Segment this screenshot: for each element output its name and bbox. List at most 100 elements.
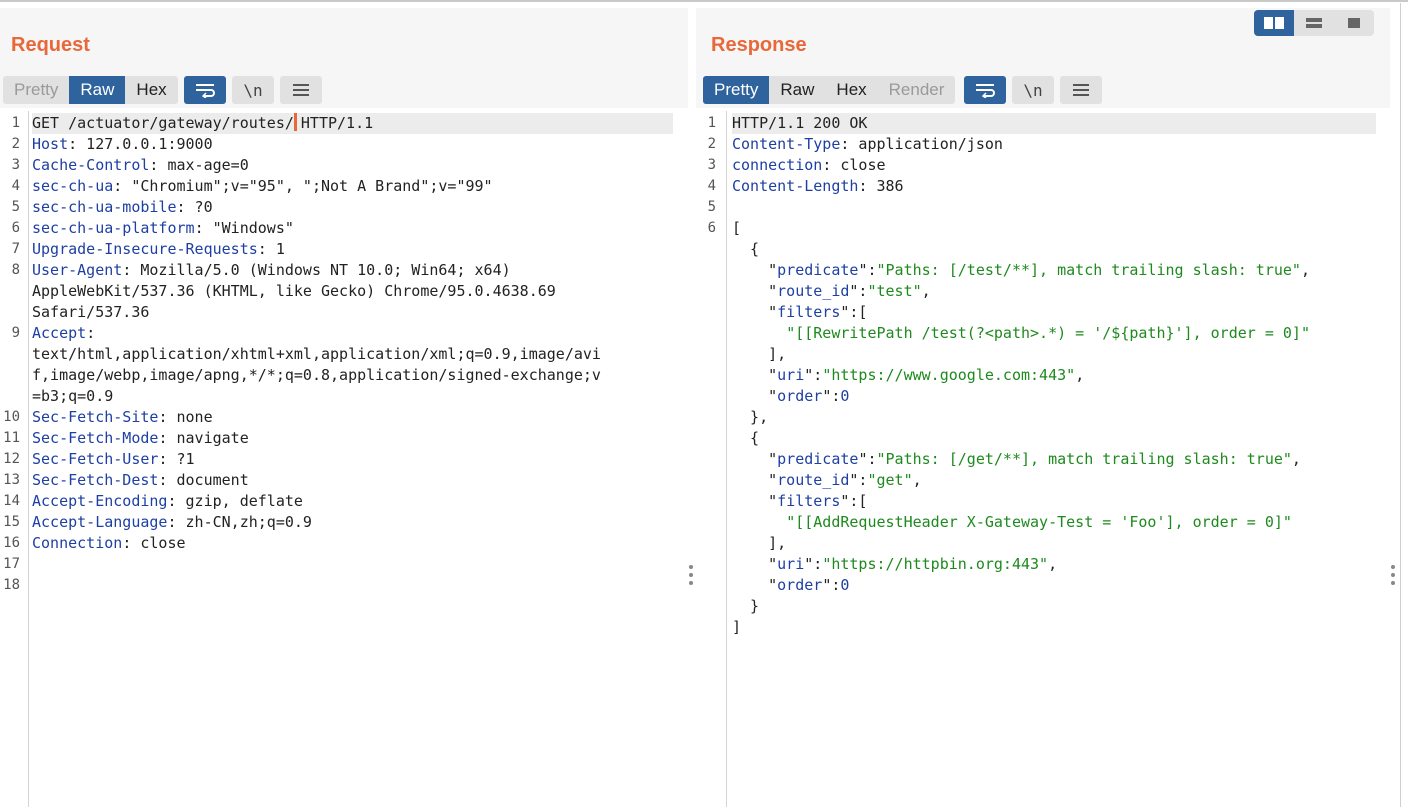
line-code: Sec-Fetch-Mode: navigate <box>32 428 673 449</box>
text-token: ":[ <box>840 492 868 510</box>
text-token: : application/json <box>840 135 1003 153</box>
line-code: connection: close <box>732 155 1376 176</box>
text-token: ": <box>849 471 868 489</box>
response-line: ], <box>696 344 1400 365</box>
response-line: } <box>696 596 1400 617</box>
newline-icon: \n <box>1023 80 1043 100</box>
line-code: { <box>732 428 1376 449</box>
text-token: ": <box>822 576 841 594</box>
line-number: 11 <box>3 430 20 446</box>
right-splitter-handle[interactable] <box>1391 565 1397 589</box>
line-code: "predicate":"Paths: [/get/**], match tra… <box>732 449 1376 470</box>
response-tab-pretty[interactable]: Pretty <box>703 76 770 104</box>
pane-splitter-handle[interactable] <box>689 565 695 589</box>
text-token: : close <box>122 534 186 552</box>
request-line: AppleWebKit/537.36 (KHTML, like Gecko) C… <box>0 281 688 302</box>
request-newline-button[interactable]: \n <box>232 76 274 104</box>
request-line: 9 Accept: <box>0 323 688 344</box>
response-tab-render[interactable]: Render <box>878 76 956 104</box>
line-number: 6 <box>11 220 20 236</box>
request-tab-hex[interactable]: Hex <box>125 76 177 104</box>
request-line: 15 Accept-Language: zh-CN,zh;q=0.9 <box>0 512 688 533</box>
key-token: sec-ch-ua-platform <box>32 219 195 237</box>
response-line: 4 Content-Length: 386 <box>696 176 1400 197</box>
line-number: 5 <box>707 199 716 215</box>
response-tab-raw[interactable]: Raw <box>769 76 825 104</box>
number-token: 0 <box>840 387 850 405</box>
text-token: AppleWebKit/537.36 (KHTML, like Gecko) C… <box>32 282 556 300</box>
layout-side-by-side-button[interactable] <box>1254 10 1294 36</box>
key-token: Sec-Fetch-Site <box>32 408 159 426</box>
text-token: =b3;q=0.9 <box>32 387 114 405</box>
request-menu-button[interactable] <box>280 76 322 104</box>
response-editor[interactable]: 1 HTTP/1.1 200 OK 2 Content-Type: applicati… <box>696 111 1400 807</box>
text-token: : Mozilla/5.0 (Windows NT 10.0; Win64; x… <box>122 261 511 279</box>
key-token: uri <box>777 555 805 573</box>
response-menu-button[interactable] <box>1060 76 1102 104</box>
request-line: 18 <box>0 575 688 596</box>
right-edge-border <box>1400 3 1401 807</box>
response-line: "order":0 <box>696 575 1400 596</box>
key-token: Sec-Fetch-Dest <box>32 471 159 489</box>
text-token: : "Chromium";v="95", ";Not A Brand";v="9… <box>113 177 493 195</box>
line-code: ], <box>732 344 1376 365</box>
line-code: } <box>732 596 1376 617</box>
text-token: : "Windows" <box>194 219 294 237</box>
text-token: : none <box>158 408 213 426</box>
line-number: 10 <box>3 409 20 425</box>
line-code: Safari/537.36 <box>32 302 673 323</box>
response-newline-button[interactable]: \n <box>1012 76 1054 104</box>
key-token: User-Agent <box>32 261 123 279</box>
line-code: Accept-Language: zh-CN,zh;q=0.9 <box>32 512 673 533</box>
text-token: " <box>732 261 778 279</box>
response-line: 5 <box>696 197 1400 218</box>
text-token: { <box>732 240 760 258</box>
single-pane-icon <box>1348 18 1360 28</box>
text-token: , <box>1300 261 1310 279</box>
request-tab-pretty[interactable]: Pretty <box>3 76 69 104</box>
key-token: order <box>777 387 823 405</box>
line-number: 5 <box>11 199 20 215</box>
request-editor[interactable]: 1 GET /actuator/gateway/routes/HTTP/1.1 2 H… <box>0 111 688 807</box>
text-token: " <box>732 303 778 321</box>
text-token: : ?0 <box>176 198 213 216</box>
key-token: Cache-Control <box>32 156 150 174</box>
text-token: : navigate <box>158 429 249 447</box>
request-line: 13 Sec-Fetch-Dest: document <box>0 470 688 491</box>
request-tab-raw[interactable]: Raw <box>69 76 126 104</box>
response-line: "filters":[ <box>696 491 1400 512</box>
line-number: 8 <box>11 262 20 278</box>
request-wrap-button[interactable] <box>184 76 226 104</box>
request-line: 2 Host: 127.0.0.1:9000 <box>0 134 688 155</box>
line-code: "[[RewritePath /test(?<path>.*) = '/${pa… <box>732 323 1376 344</box>
line-number: 2 <box>11 136 20 152</box>
line-number: 4 <box>11 178 20 194</box>
request-line: =b3;q=0.9 <box>0 386 688 407</box>
line-number: 3 <box>707 157 716 173</box>
text-token: f,image/webp,image/apng,*/*;q=0.8,applic… <box>32 366 601 384</box>
request-line: 7 Upgrade-Insecure-Requests: 1 <box>0 239 688 260</box>
string-token: "Paths: [/test/**], match trailing slash… <box>876 261 1301 279</box>
key-token: Connection <box>32 534 123 552</box>
layout-single-button[interactable] <box>1334 10 1374 36</box>
text-token: : ?1 <box>158 450 195 468</box>
line-code: Host: 127.0.0.1:9000 <box>32 134 673 155</box>
key-token: Sec-Fetch-User <box>32 450 159 468</box>
line-number: 2 <box>707 136 716 152</box>
key-token: Host <box>32 135 69 153</box>
text-token: ": <box>822 387 841 405</box>
text-token: ": <box>858 261 877 279</box>
request-lines: 1 GET /actuator/gateway/routes/HTTP/1.1 2 H… <box>0 113 688 596</box>
response-wrap-button[interactable] <box>964 76 1006 104</box>
response-line: "[[RewritePath /test(?<path>.*) = '/${pa… <box>696 323 1400 344</box>
line-code: GET /actuator/gateway/routes/HTTP/1.1 <box>32 113 673 134</box>
response-line: "route_id":"test", <box>696 281 1400 302</box>
line-code: =b3;q=0.9 <box>32 386 673 407</box>
layout-top-bottom-button[interactable] <box>1294 10 1334 36</box>
response-tab-hex[interactable]: Hex <box>825 76 877 104</box>
response-line: 6[ <box>696 218 1400 239</box>
line-number: 1 <box>11 115 20 131</box>
string-token: "[[RewritePath /test(?<path>.*) = '/${pa… <box>786 324 1310 342</box>
